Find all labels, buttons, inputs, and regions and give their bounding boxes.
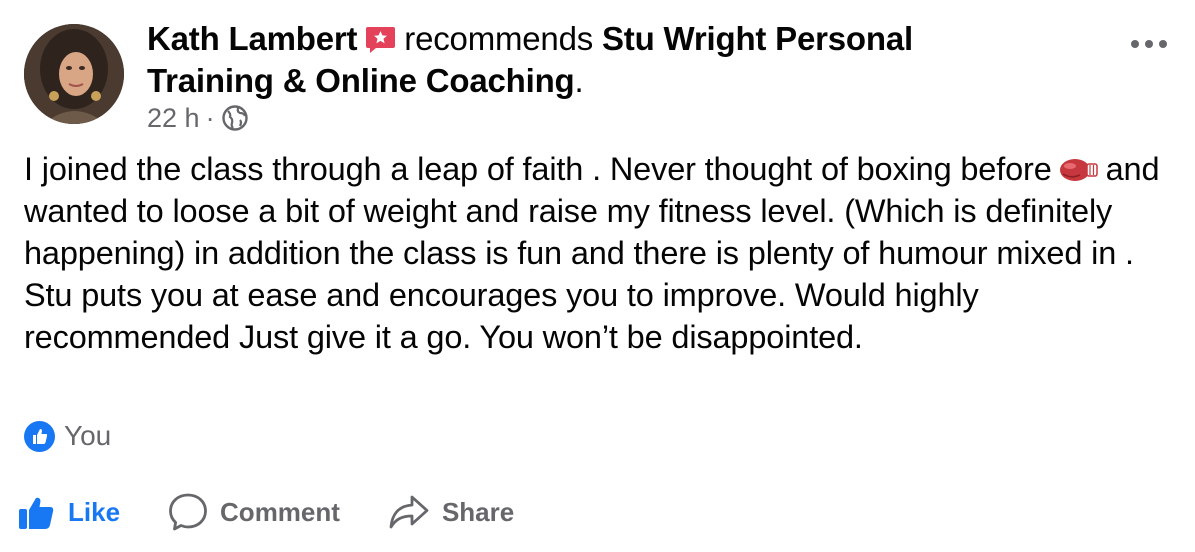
recommend-verb: recommends — [404, 20, 594, 57]
author-name[interactable]: Kath Lambert — [147, 20, 357, 57]
meta-separator: · — [205, 103, 215, 133]
globe-icon[interactable] — [221, 104, 249, 132]
page-name-line2[interactable]: Training & Online Coaching — [147, 62, 575, 99]
post-meta: 22 h · — [147, 100, 249, 136]
share-button[interactable]: Share — [388, 493, 514, 531]
more-dot — [1131, 40, 1139, 48]
post-text-part1: I joined the class through a leap of fai… — [24, 151, 1052, 187]
more-dot — [1159, 40, 1167, 48]
share-arrow-icon — [389, 495, 429, 529]
reactions-text: You — [64, 420, 112, 451]
share-label: Share — [441, 496, 515, 527]
recommend-star-icon — [365, 22, 396, 53]
thumbs-up-icon — [19, 497, 54, 529]
boxing-glove-icon — [1058, 151, 1100, 181]
comment-button[interactable]: Comment — [168, 492, 340, 532]
author-avatar[interactable] — [24, 24, 124, 124]
like-label: Like — [68, 496, 121, 527]
reactions-summary[interactable]: You — [24, 420, 111, 452]
action-bar: Like Comment Share — [18, 492, 562, 532]
post-header: Kath Lambert recommends Stu Wright Perso… — [147, 18, 1047, 102]
more-options-icon[interactable] — [1131, 34, 1167, 54]
like-reaction-icon — [24, 420, 55, 452]
comment-label: Comment — [220, 496, 340, 527]
post-body: I joined the class through a leap of fai… — [24, 148, 1174, 358]
header-period: . — [574, 62, 584, 99]
post-timestamp[interactable]: 22 h — [147, 100, 200, 136]
page-name-line1[interactable]: Stu Wright Personal — [602, 20, 913, 57]
comment-bubble-icon — [169, 493, 207, 531]
like-button[interactable]: Like — [18, 493, 120, 531]
more-dot — [1145, 40, 1153, 48]
